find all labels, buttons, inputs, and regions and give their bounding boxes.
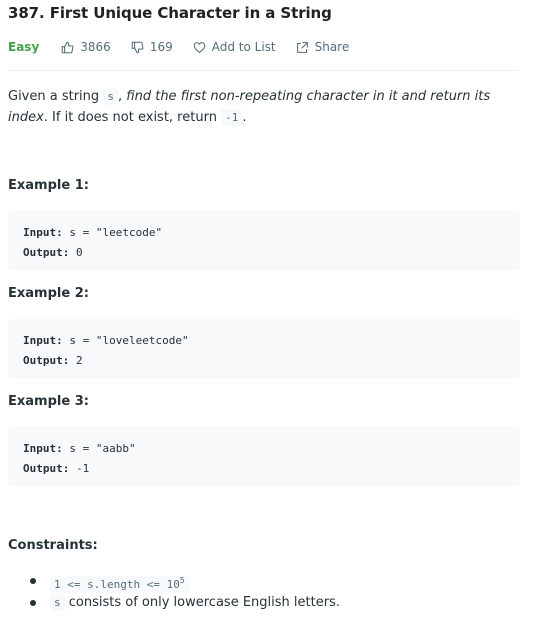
dislike-button[interactable]: 169 (131, 40, 173, 54)
example-block: Input: s = "aabb" Output: -1 (8, 427, 520, 487)
share-button[interactable]: Share (296, 40, 350, 54)
example-title: Example 2: (8, 286, 89, 301)
share-label: Share (314, 40, 350, 54)
dislike-count: 169 (149, 40, 173, 54)
heart-icon (193, 41, 206, 53)
example-block: Input: s = "leetcode" Output: 0 (8, 211, 520, 271)
share-icon (296, 41, 308, 53)
example-input: Input: s = "loveleetcode" (23, 334, 189, 347)
header-divider (8, 70, 519, 71)
problem-description: Given a string s, find the first non-rep… (8, 88, 491, 126)
example-output: Output: -1 (23, 462, 90, 475)
add-to-list-button[interactable]: Add to List (193, 40, 276, 54)
problem-meta-bar: Easy 3866 169 Add to List Share (8, 38, 369, 56)
thumbs-down-icon (131, 41, 144, 53)
problem-title: 387. First Unique Character in a String (8, 4, 332, 22)
problem-name: First Unique Character in a String (49, 4, 332, 22)
like-button[interactable]: 3866 (61, 40, 111, 54)
example-input: Input: s = "leetcode" (23, 226, 163, 239)
add-to-list-label: Add to List (211, 40, 276, 54)
inline-code: -1 (221, 109, 243, 126)
constraints-list: 1 <= s.length <= 105 s consists of only … (28, 570, 340, 614)
problem-number: 387. (8, 4, 45, 22)
inline-code: s (103, 88, 118, 105)
inline-code: 1 <= s.length <= 105 (50, 576, 189, 593)
example-output: Output: 0 (23, 246, 83, 259)
thumbs-up-icon (61, 41, 74, 53)
list-item: s consists of only lowercase English let… (28, 592, 340, 614)
example-title: Example 3: (8, 394, 89, 409)
example-output: Output: 2 (23, 354, 83, 367)
example-input: Input: s = "aabb" (23, 442, 136, 455)
example-block: Input: s = "loveleetcode" Output: 2 (8, 319, 520, 379)
constraints-title: Constraints: (8, 538, 98, 553)
list-item: 1 <= s.length <= 105 (28, 570, 340, 593)
example-title: Example 1: (8, 178, 89, 193)
difficulty-badge: Easy (8, 40, 40, 54)
like-count: 3866 (80, 40, 111, 54)
inline-code: s (50, 594, 65, 611)
